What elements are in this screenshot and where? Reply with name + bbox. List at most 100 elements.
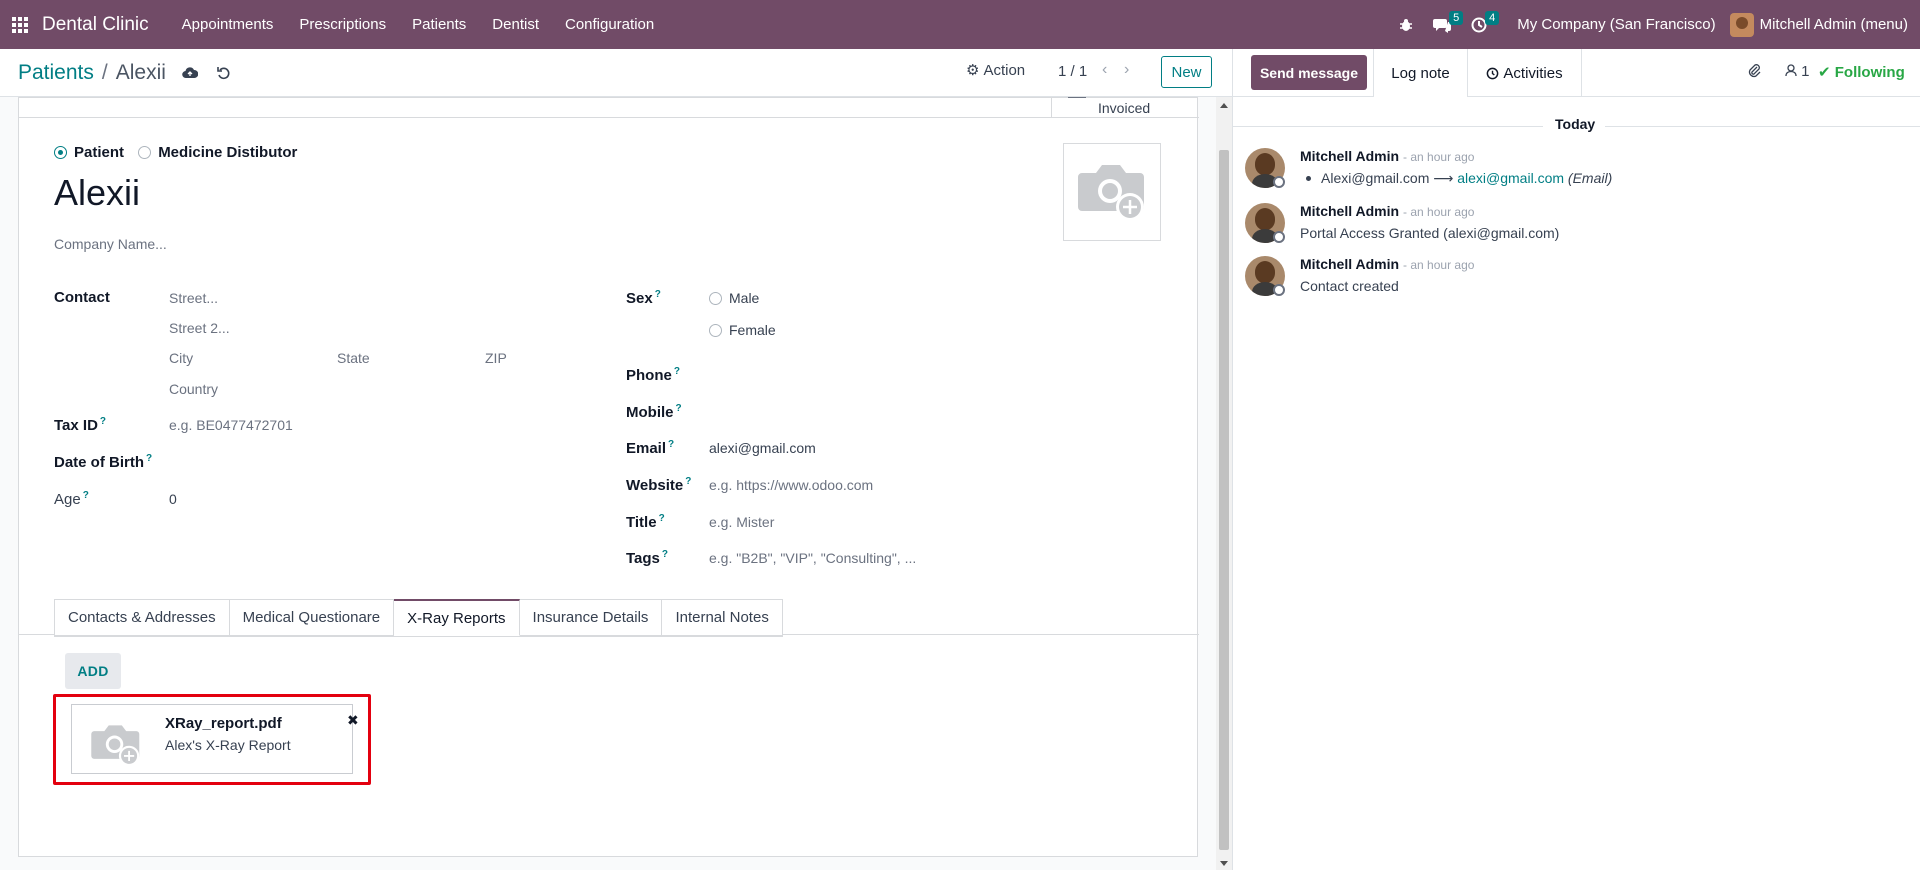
- company-name-input[interactable]: Company Name...: [54, 236, 167, 252]
- help-tooltip-icon[interactable]: ?: [659, 513, 665, 524]
- message-body: Portal Access Granted (alexi@gmail.com): [1300, 225, 1560, 241]
- date-separator: Today: [1233, 116, 1920, 136]
- scroll-thumb[interactable]: [1219, 150, 1229, 850]
- message-author[interactable]: Mitchell Admin - an hour ago: [1300, 256, 1474, 272]
- apps-menu-icon[interactable]: [0, 0, 40, 49]
- phone-label-text: Phone: [626, 367, 672, 384]
- radio-dot: [709, 291, 722, 305]
- control-panel: Patients / Alexii ⚙ Action 1 / 1 ‹ ›: [0, 49, 1232, 97]
- xray-attachment-card[interactable]: XRay_report.pdf Alex's X-Ray Report: [71, 704, 353, 774]
- camera-plus-icon: [91, 725, 140, 767]
- send-message-button[interactable]: Send message: [1251, 55, 1367, 90]
- pager-value[interactable]: 1 / 1: [1058, 63, 1087, 80]
- phone-input[interactable]: [709, 362, 1149, 386]
- sex-label-text: Sex: [626, 290, 653, 307]
- help-tooltip-icon[interactable]: ?: [662, 549, 668, 560]
- log-note-button[interactable]: Log note: [1373, 49, 1468, 97]
- radio-male[interactable]: Male: [709, 290, 759, 309]
- street-input[interactable]: Street...: [169, 290, 218, 306]
- help-tooltip-icon[interactable]: ?: [676, 403, 682, 414]
- tax-id-input[interactable]: e.g. BE0477472701: [169, 417, 293, 433]
- message-time: - an hour ago: [1403, 150, 1475, 164]
- country-select[interactable]: Country: [169, 381, 218, 397]
- new-button[interactable]: New: [1161, 56, 1212, 88]
- activities-button[interactable]: Activities: [1468, 49, 1582, 97]
- website-input[interactable]: e.g. https://www.odoo.com: [709, 477, 873, 493]
- tab-insurance-details[interactable]: Insurance Details: [519, 599, 663, 636]
- message-author[interactable]: Mitchell Admin - an hour ago: [1300, 148, 1474, 164]
- company-switcher[interactable]: My Company (San Francisco): [1497, 16, 1729, 33]
- help-tooltip-icon[interactable]: ?: [100, 416, 106, 427]
- author-name: Mitchell Admin: [1300, 256, 1400, 272]
- patient-name-input[interactable]: Alexii: [54, 172, 140, 214]
- help-tooltip-icon[interactable]: ?: [674, 366, 680, 377]
- activities-clock-icon[interactable]: 4: [1461, 0, 1500, 49]
- tab-contacts-addresses[interactable]: Contacts & Addresses: [54, 599, 230, 636]
- breadcrumb: Patients / Alexii: [18, 61, 234, 85]
- breadcrumb-patients-link[interactable]: Patients: [18, 61, 94, 85]
- new-value: alexi@gmail.com: [1457, 170, 1565, 186]
- mobile-input[interactable]: [709, 399, 1149, 423]
- user-icon: [1785, 64, 1797, 77]
- avatar-upload[interactable]: [1063, 143, 1161, 241]
- chevron-left-icon[interactable]: ‹: [1102, 61, 1107, 79]
- menu-appointments[interactable]: Appointments: [169, 0, 287, 49]
- scroll-down-arrow-icon[interactable]: [1220, 861, 1228, 866]
- remove-attachment-close-icon[interactable]: ✖: [347, 712, 359, 729]
- form-scrollbar[interactable]: [1216, 97, 1232, 870]
- zip-input[interactable]: ZIP: [485, 350, 507, 366]
- separator-line: [1233, 126, 1543, 127]
- add-xray-button[interactable]: ADD: [65, 653, 121, 689]
- state-select[interactable]: State: [337, 350, 370, 366]
- followers-button[interactable]: 1: [1785, 63, 1810, 80]
- street2-input[interactable]: Street 2...: [169, 320, 230, 336]
- invoiced-smart-button[interactable]: Invoiced: [1051, 97, 1199, 118]
- help-tooltip-icon[interactable]: ?: [668, 439, 674, 450]
- chevron-right-icon[interactable]: ›: [1124, 61, 1129, 79]
- following-button[interactable]: ✔ Following: [1818, 63, 1905, 81]
- tab-internal-notes[interactable]: Internal Notes: [662, 599, 783, 636]
- save-cloud-icon[interactable]: [180, 63, 200, 83]
- menu-dentist[interactable]: Dentist: [479, 0, 552, 49]
- radio-dot: [54, 146, 67, 159]
- email-label: Email?: [626, 439, 674, 457]
- radio-male-label: Male: [729, 290, 760, 306]
- smart-button-bar: Invoiced: [19, 97, 1199, 118]
- title-select[interactable]: e.g. Mister: [709, 514, 774, 530]
- debug-bug-icon[interactable]: [1389, 0, 1423, 49]
- discard-undo-icon[interactable]: [214, 63, 234, 83]
- radio-female[interactable]: Female: [709, 322, 776, 341]
- help-tooltip-icon[interactable]: ?: [146, 453, 152, 464]
- email-input[interactable]: alexi@gmail.com: [709, 440, 816, 456]
- tax-id-label: Tax ID?: [54, 416, 106, 434]
- user-menu[interactable]: Mitchell Admin (menu): [1729, 12, 1920, 37]
- tracked-field-name: (Email): [1567, 170, 1613, 186]
- paperclip-icon[interactable]: [1747, 63, 1761, 84]
- help-tooltip-icon[interactable]: ?: [83, 490, 89, 501]
- menu-patients[interactable]: Patients: [399, 0, 479, 49]
- top-navbar: Dental Clinic Appointments Prescriptions…: [0, 0, 1920, 49]
- tax-id-label-text: Tax ID: [54, 417, 98, 434]
- tags-input[interactable]: e.g. "B2B", "VIP", "Consulting", ...: [709, 550, 916, 566]
- help-tooltip-icon[interactable]: ?: [655, 289, 661, 300]
- title-label-text: Title: [626, 514, 657, 531]
- scroll-up-arrow-icon[interactable]: [1220, 103, 1228, 108]
- app-brand[interactable]: Dental Clinic: [42, 14, 149, 36]
- clock-icon: [1487, 67, 1499, 79]
- tracking-change: Alexi@gmail.com ⟶ alexi@gmail.com (Email…: [1300, 170, 1612, 187]
- tags-label-text: Tags: [626, 550, 660, 567]
- radio-medicine-distributor[interactable]: Medicine Distibutor: [138, 144, 297, 161]
- website-label: Website?: [626, 476, 691, 494]
- action-menu-button[interactable]: ⚙ Action: [966, 61, 1025, 80]
- radio-patient[interactable]: Patient: [54, 144, 124, 161]
- city-input[interactable]: City: [169, 350, 193, 366]
- messages-icon[interactable]: 5: [1423, 0, 1464, 49]
- menu-prescriptions[interactable]: Prescriptions: [286, 0, 399, 49]
- radio-female-label: Female: [729, 322, 776, 338]
- message-author[interactable]: Mitchell Admin - an hour ago: [1300, 203, 1474, 219]
- help-tooltip-icon[interactable]: ?: [685, 476, 691, 487]
- menu-configuration[interactable]: Configuration: [552, 0, 667, 49]
- radio-medicine-distributor-label: Medicine Distibutor: [158, 144, 298, 161]
- tab-medical-questionare[interactable]: Medical Questionare: [229, 599, 395, 636]
- tab-xray-reports[interactable]: X-Ray Reports: [394, 599, 520, 636]
